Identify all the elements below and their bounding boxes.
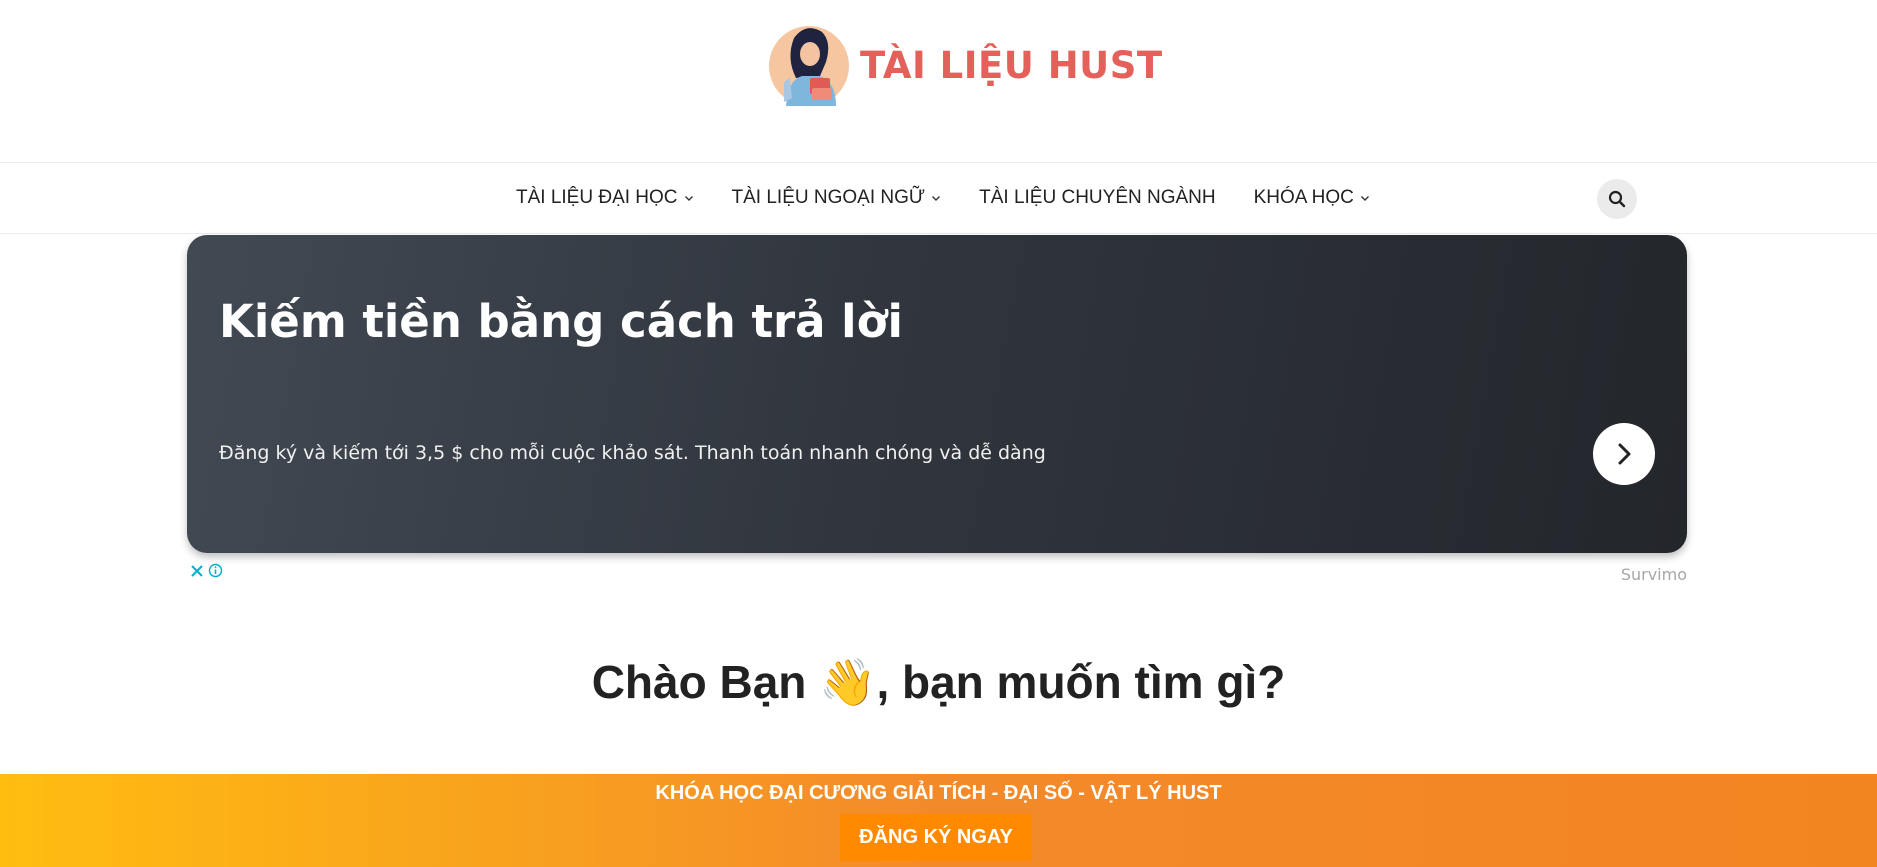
nav-item-label: TÀI LIỆU CHUYÊN NGÀNH	[979, 187, 1216, 208]
nav-item-tai-lieu-dai-hoc[interactable]: TÀI LIỆU ĐẠI HỌC	[516, 187, 694, 209]
nav-item-khoa-hoc[interactable]: KHÓA HỌC	[1254, 187, 1370, 209]
nav-item-tai-lieu-ngoai-ngu[interactable]: TÀI LIỆU NGOẠI NGỮ	[732, 187, 942, 209]
logo-illustration	[769, 26, 849, 106]
ad-card[interactable]: Kiếm tiền bằng cách trả lời Đăng ký và k…	[187, 235, 1687, 553]
nav-item-label: KHÓA HỌC	[1253, 187, 1354, 208]
register-now-button[interactable]: ĐĂNG KÝ NGAY	[840, 814, 1032, 861]
logo-text: TÀI LIỆU HUST	[860, 43, 1163, 87]
info-icon[interactable]	[208, 563, 223, 583]
site-logo[interactable]: TÀI LIỆU HUST	[766, 18, 1163, 112]
promo-banner: KHÓA HỌC ĐẠI CƯƠNG GIẢI TÍCH - ĐẠI SỐ - …	[0, 774, 1877, 867]
greeting-suffix: , bạn muốn tìm gì?	[876, 656, 1286, 708]
nav-menu: TÀI LIỆU ĐẠI HỌC TÀI LIỆU NGOẠI NGỮ TÀI …	[516, 163, 1408, 233]
nav-item-tai-lieu-chuyen-nganh[interactable]: TÀI LIỆU CHUYÊN NGÀNH	[979, 187, 1215, 209]
site-header: TÀI LIỆU HUST	[0, 0, 1877, 162]
arrow-right-icon	[1618, 443, 1631, 465]
ad-description: Đăng ký và kiếm tới 3,5 $ cho mỗi cuộc k…	[219, 442, 1046, 464]
search-icon	[1608, 190, 1626, 208]
greeting-prefix: Chào Bạn	[591, 656, 820, 708]
close-icon[interactable]	[190, 564, 204, 583]
ad-controls	[190, 563, 223, 583]
ad-brand[interactable]: Survimo	[1560, 565, 1687, 584]
chevron-down-icon	[932, 196, 941, 201]
nav-item-label: TÀI LIỆU NGOẠI NGỮ	[731, 187, 926, 208]
promo-banner-text: KHÓA HỌC ĐẠI CƯƠNG GIẢI TÍCH - ĐẠI SỐ - …	[655, 782, 1222, 804]
waving-hand-icon: 👋	[819, 655, 877, 709]
ad-title: Kiếm tiền bằng cách trả lời	[219, 295, 903, 348]
chevron-down-icon	[684, 196, 693, 201]
chevron-down-icon	[1360, 196, 1369, 201]
greeting-heading: Chào Bạn 👋, bạn muốn tìm gì?	[0, 655, 1877, 710]
ad-next-button[interactable]	[1593, 423, 1655, 485]
nav-item-label: TÀI LIỆU ĐẠI HỌC	[516, 187, 678, 208]
search-button[interactable]	[1597, 179, 1637, 219]
main-nav: TÀI LIỆU ĐẠI HỌC TÀI LIỆU NGOẠI NGỮ TÀI …	[0, 162, 1877, 234]
